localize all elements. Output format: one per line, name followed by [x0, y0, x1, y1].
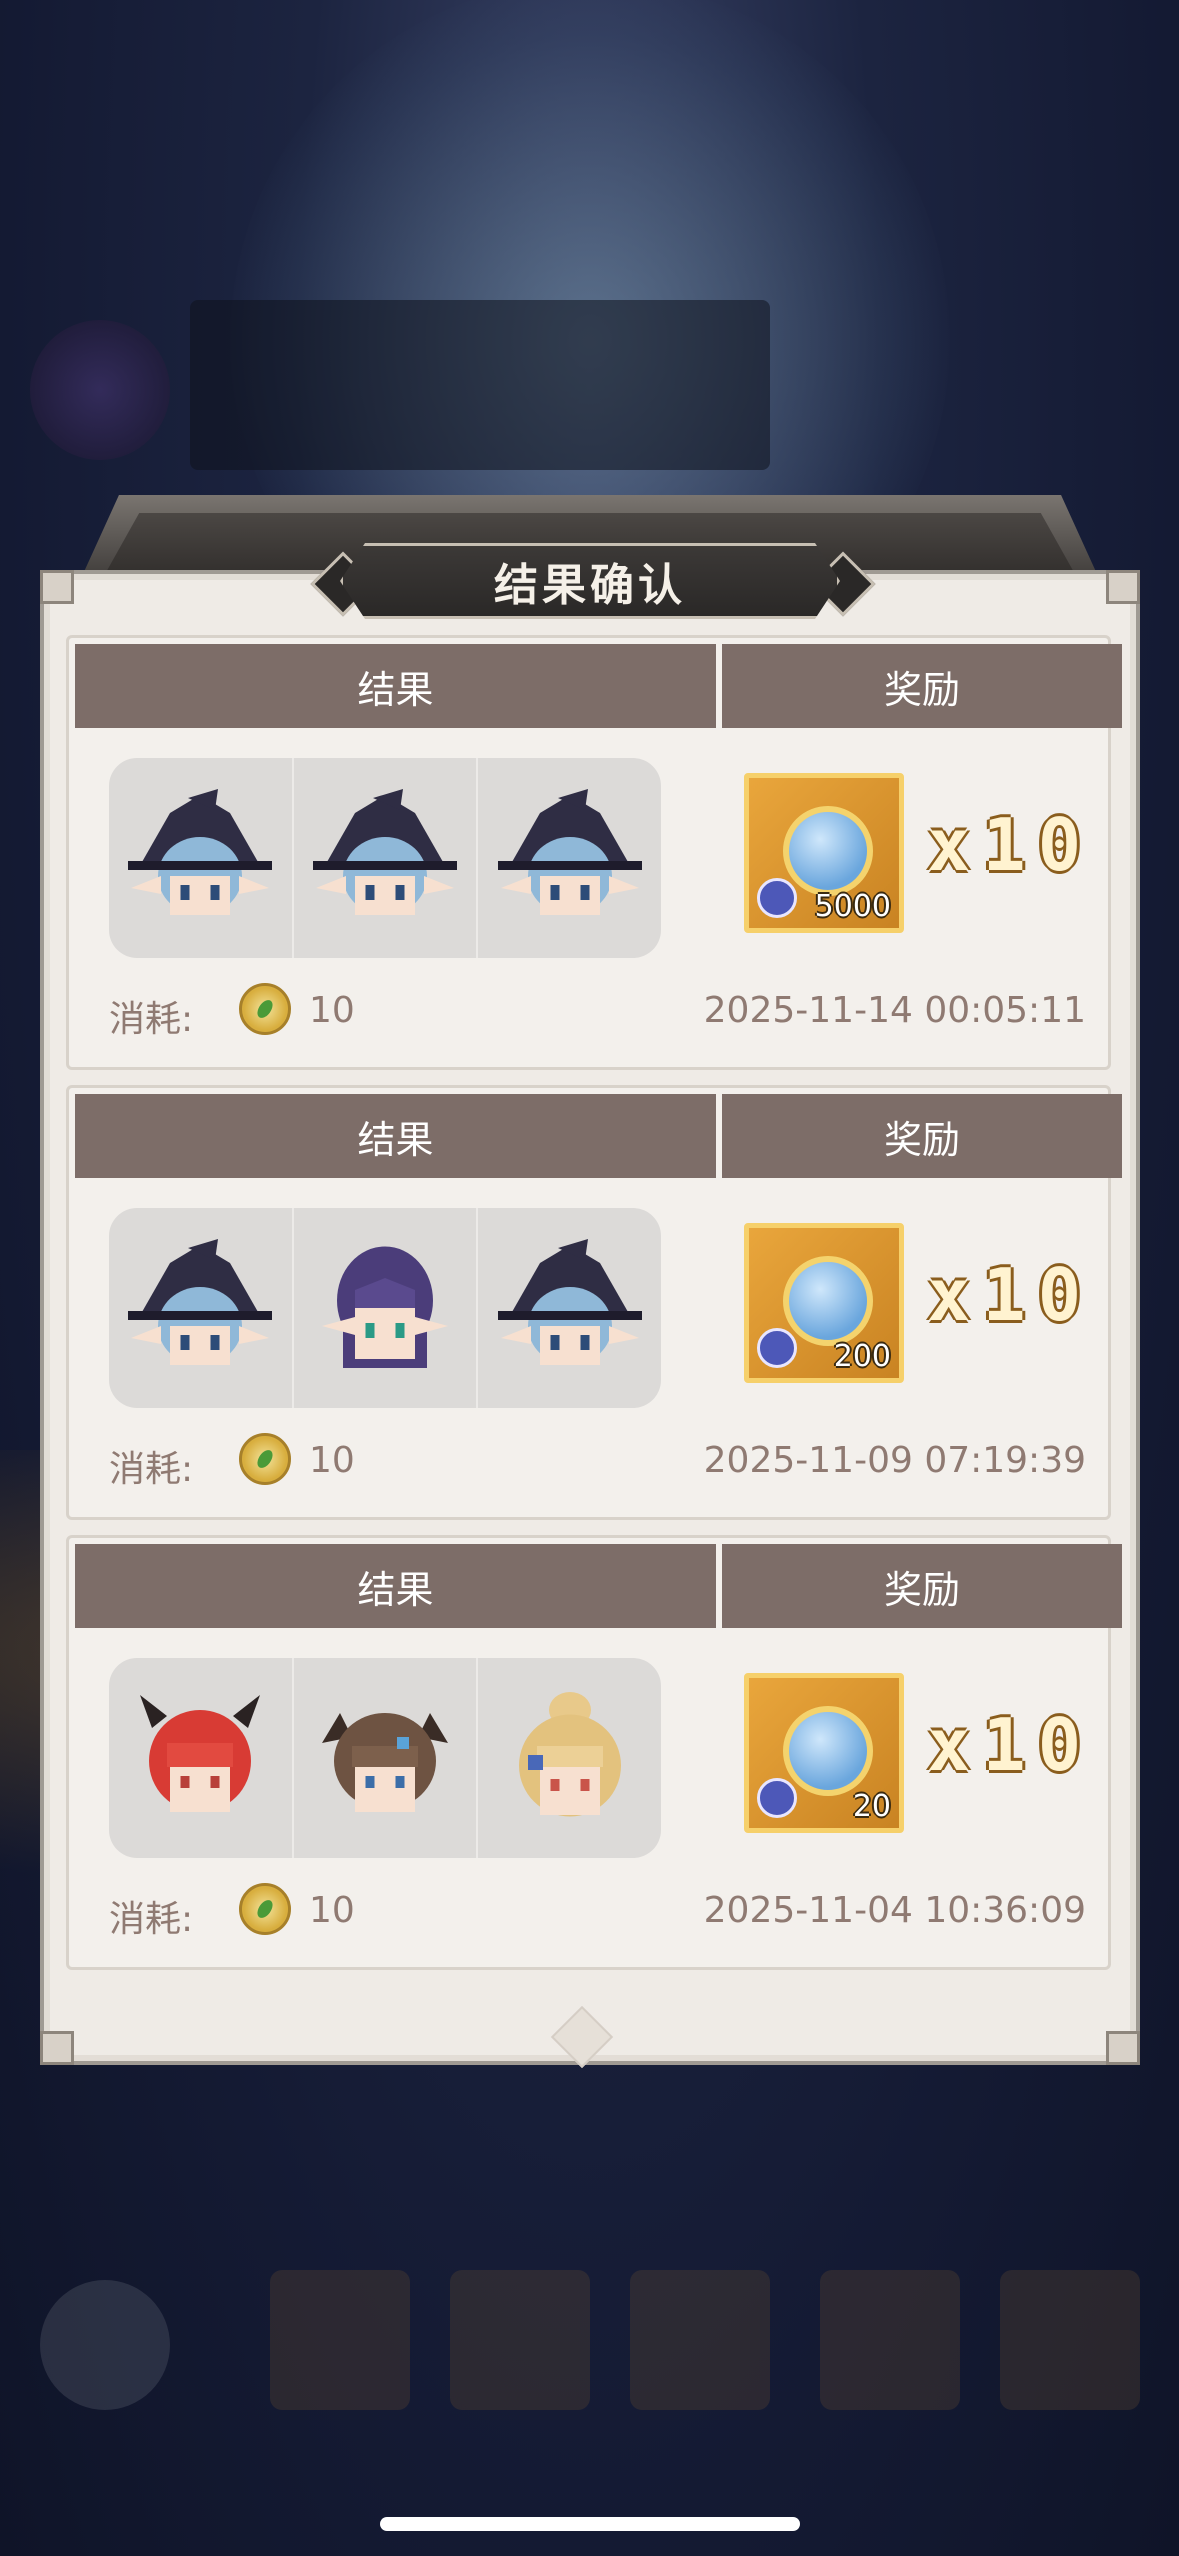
result-record: 结果 奖励 — [66, 1085, 1122, 1520]
stopwatch-icon — [757, 1328, 797, 1368]
head-slot — [291, 1208, 477, 1408]
blue-haired-witch-head — [128, 1239, 273, 1365]
red-haired-demon-head — [140, 1695, 261, 1812]
background-slot — [270, 2270, 410, 2410]
blue-haired-witch-head — [128, 789, 273, 915]
dialog-title: 结果确认 — [494, 560, 686, 611]
background-info-box — [190, 300, 770, 470]
head-slot — [476, 1658, 661, 1858]
cost-label: 消耗: — [109, 999, 194, 1040]
background-slot — [450, 2270, 590, 2410]
head-slot — [291, 758, 477, 958]
head-slot — [109, 758, 292, 958]
reward-multiplier: x10 — [927, 1703, 1094, 1787]
corner-ornament — [1106, 570, 1140, 604]
blue-haired-witch-head — [313, 789, 457, 915]
leaf-coin-icon — [239, 983, 291, 1035]
background-slot — [820, 2270, 960, 2410]
cost-label: 消耗: — [109, 1449, 194, 1490]
stopwatch-icon — [757, 1778, 797, 1818]
cost-value: 10 — [309, 990, 355, 1031]
result-record: 结果 奖励 — [66, 1535, 1122, 1970]
background-avatar — [30, 320, 170, 460]
timestamp: 2025-11-14 00:05:11 — [703, 990, 1086, 1031]
title-plate: 结果确认 — [340, 543, 840, 619]
stopwatch-icon — [757, 878, 797, 918]
brown-haired-horned-head — [322, 1713, 448, 1812]
background-slot — [630, 2270, 770, 2410]
result-confirm-dialog: 结果确认 结果 奖励 5000 x10 消耗: 10 2025-11-14 00… — [40, 495, 1140, 2069]
blonde-bun-head — [518, 1692, 621, 1817]
timestamp: 2025-11-04 10:36:09 — [703, 1890, 1086, 1931]
purple-haired-elf-head — [322, 1246, 448, 1368]
reward-multiplier: x10 — [927, 1253, 1094, 1337]
head-slot — [109, 1208, 292, 1408]
corner-ornament — [1106, 2031, 1140, 2065]
reward-item[interactable]: 200 — [744, 1223, 904, 1383]
background-slot — [1000, 2270, 1140, 2410]
reward-multiplier: x10 — [927, 803, 1094, 887]
reward-header: 奖励 — [722, 1094, 1122, 1178]
timestamp: 2025-11-09 07:19:39 — [703, 1440, 1086, 1481]
corner-ornament — [40, 2031, 74, 2065]
leaf-coin-icon — [239, 1433, 291, 1485]
cost-label: 消耗: — [109, 1899, 194, 1940]
result-heads — [109, 1208, 661, 1408]
head-slot — [291, 1658, 477, 1858]
sprout-orb-icon — [783, 1256, 873, 1346]
blue-haired-witch-head — [497, 789, 642, 915]
corner-ornament — [40, 570, 74, 604]
reward-header: 奖励 — [722, 644, 1122, 728]
blue-haired-witch-head — [497, 1239, 642, 1365]
result-header: 结果 — [75, 1094, 716, 1178]
head-slot — [476, 1208, 661, 1408]
background-menu-button — [40, 2280, 170, 2410]
reward-quantity: 200 — [833, 1339, 891, 1374]
result-header: 结果 — [75, 1544, 716, 1628]
reward-header: 奖励 — [722, 1544, 1122, 1628]
sprout-orb-icon — [783, 1706, 873, 1796]
home-indicator[interactable] — [380, 2517, 800, 2531]
cost-value: 10 — [309, 1440, 355, 1481]
head-slot — [109, 1658, 292, 1858]
reward-quantity: 5000 — [814, 889, 891, 924]
cost-value: 10 — [309, 1890, 355, 1931]
result-heads — [109, 758, 661, 958]
result-heads — [109, 1658, 661, 1858]
result-header: 结果 — [75, 644, 716, 728]
result-record: 结果 奖励 — [66, 635, 1122, 1070]
sprout-orb-icon — [783, 806, 873, 896]
head-slot — [476, 758, 661, 958]
reward-item[interactable]: 5000 — [744, 773, 904, 933]
reward-item[interactable]: 20 — [744, 1673, 904, 1833]
reward-quantity: 20 — [852, 1789, 891, 1824]
leaf-coin-icon — [239, 1883, 291, 1935]
